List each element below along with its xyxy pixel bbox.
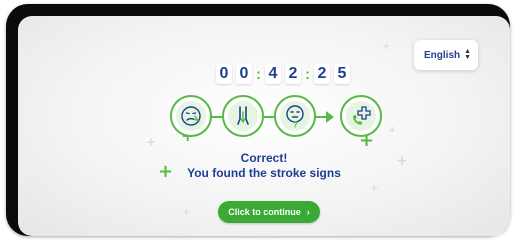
step-call bbox=[340, 95, 382, 137]
game-screen: + + + + + + + + + English ▲▼ 0 0 : 4 2 :… bbox=[18, 16, 510, 236]
speech-difficulty-icon: ? bbox=[286, 105, 304, 129]
result-subtitle: You found the stroke signs bbox=[187, 166, 341, 180]
step-connector bbox=[210, 116, 222, 118]
decorative-plus-icon: + bbox=[182, 207, 191, 218]
decorative-plus-icon: + bbox=[370, 183, 379, 194]
decorative-plus-icon: + bbox=[146, 135, 157, 149]
continue-button[interactable]: Click to continue › bbox=[218, 201, 320, 223]
emergency-call-icon bbox=[353, 106, 371, 125]
timer-separator: : bbox=[305, 65, 310, 83]
timer-digit: 4 bbox=[265, 64, 281, 84]
countdown-timer: 0 0 : 4 2 : 2 5 bbox=[214, 60, 352, 88]
timer-digit: 5 bbox=[334, 64, 350, 84]
timer-separator: : bbox=[256, 65, 261, 83]
step-speech: ? bbox=[274, 95, 316, 137]
stroke-signs-steps: ? bbox=[170, 95, 390, 139]
language-select-value: English bbox=[424, 49, 461, 61]
arm-weakness-icon bbox=[237, 106, 249, 125]
timer-digit: 2 bbox=[285, 64, 301, 84]
step-face bbox=[170, 95, 212, 137]
timer-digit: 0 bbox=[216, 64, 232, 84]
svg-text:?: ? bbox=[293, 120, 299, 129]
step-arms bbox=[222, 95, 264, 137]
phone-frame: + + + + + + + + + English ▲▼ 0 0 : 4 2 :… bbox=[6, 4, 510, 236]
decorative-plus-icon: + bbox=[382, 41, 391, 52]
step-connector bbox=[262, 116, 274, 118]
face-drooping-icon bbox=[181, 106, 201, 126]
result-title: Correct! bbox=[240, 151, 288, 165]
chevron-right-icon: › bbox=[306, 207, 310, 217]
timer-digit: 0 bbox=[236, 64, 252, 84]
select-arrows-icon: ▲ ▼ bbox=[464, 48, 471, 61]
step-arrow-icon bbox=[326, 111, 334, 123]
language-select[interactable]: English ▲ ▼ bbox=[414, 40, 478, 70]
continue-button-label: Click to continue bbox=[228, 207, 301, 217]
timer-digit: 2 bbox=[314, 64, 330, 84]
